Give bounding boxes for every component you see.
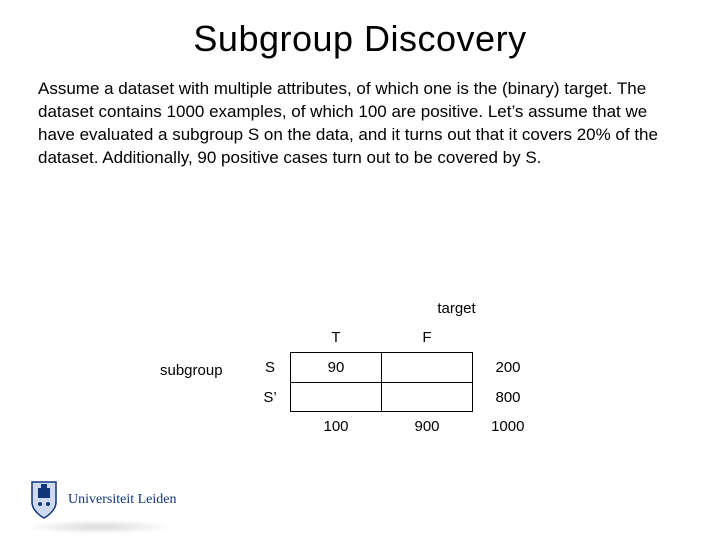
slide: Subgroup Discovery Assume a dataset with… [0, 0, 720, 540]
table-header-row: T F [250, 323, 543, 353]
row-header-s: S [250, 353, 291, 383]
cell-sc-f [382, 383, 473, 412]
institution-name: Universiteit Leiden [68, 492, 176, 508]
slide-title: Subgroup Discovery [0, 0, 720, 60]
cell-s-t: 90 [291, 353, 382, 383]
col-total-t: 100 [291, 412, 382, 442]
contingency-table-area: target subgroup T F S 90 200 S’ 800 [250, 300, 543, 441]
table-row: S 90 200 [250, 353, 543, 383]
table-row: S’ 800 [250, 383, 543, 412]
subgroup-axis-label: subgroup [160, 362, 223, 379]
grand-total: 1000 [473, 412, 544, 442]
col-header-t: T [291, 323, 382, 353]
col-total-f: 900 [382, 412, 473, 442]
cell-sc-t [291, 383, 382, 412]
row-total-s: 200 [473, 353, 544, 383]
col-header-f: F [382, 323, 473, 353]
slide-body-text: Assume a dataset with multiple attribute… [0, 60, 720, 170]
contingency-table: T F S 90 200 S’ 800 100 900 1000 [250, 323, 543, 441]
row-header-sc: S’ [250, 383, 291, 412]
cell-s-f [382, 353, 473, 383]
logo-shadow [24, 520, 174, 534]
target-axis-label: target [370, 300, 543, 317]
university-logo: Universiteit Leiden [28, 480, 176, 520]
table-totals-row: 100 900 1000 [250, 412, 543, 442]
crest-icon [28, 480, 60, 520]
row-total-sc: 800 [473, 383, 544, 412]
